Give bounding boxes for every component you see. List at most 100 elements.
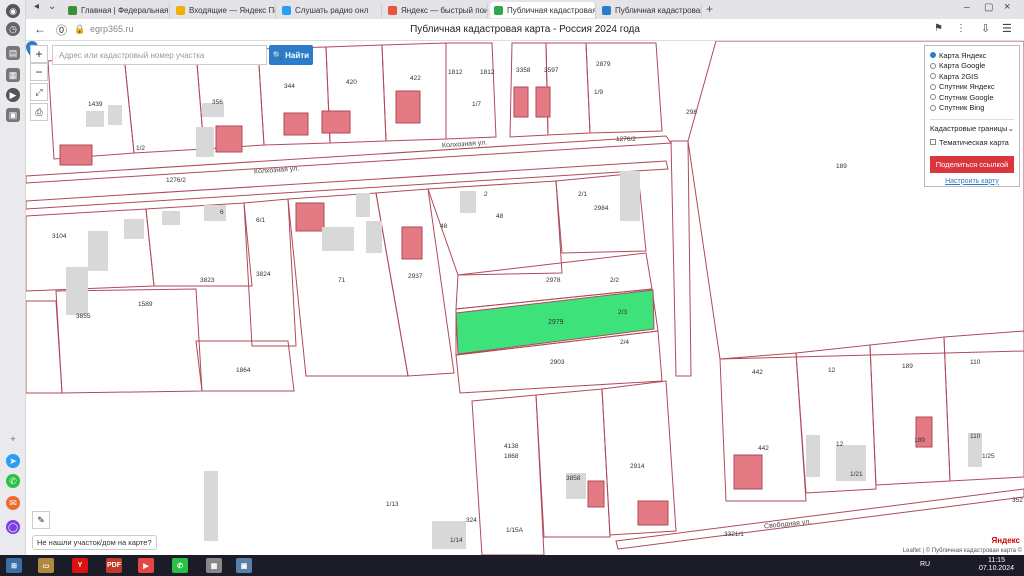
not-found-link[interactable]: Не нашли участок/дом на карте? xyxy=(32,535,157,550)
parcel-number-label: 6/1 xyxy=(256,217,266,224)
parcel-number-label: 1439 xyxy=(88,101,103,108)
media-icon[interactable]: ▶ xyxy=(6,88,20,102)
tab-5[interactable]: Публичная кадастровая xyxy=(598,2,702,18)
address-bar: ← ⓪ 🔒 egrp365.ru Публичная кадастровая к… xyxy=(26,19,1024,41)
downloads-icon[interactable]: ⇩ xyxy=(981,22,990,35)
parcel-number-label: 110 xyxy=(970,433,981,440)
parcel-number-label: 2903 xyxy=(550,359,565,366)
parcel-number-label: 48 xyxy=(496,213,504,220)
parcel-number-label: 189 xyxy=(914,437,925,444)
print-icon[interactable]: ⎙ xyxy=(30,103,48,121)
parcel-number-label: 2978 xyxy=(546,277,561,284)
tab-3[interactable]: Яндекс — быстрый поиск xyxy=(384,2,488,18)
tab-2[interactable]: Слушать радио онл xyxy=(278,2,382,18)
layer-option-1[interactable]: Карта Google xyxy=(930,61,1014,72)
close-window-icon[interactable]: × xyxy=(1004,1,1010,13)
history-icon[interactable]: ◷ xyxy=(6,22,20,36)
collections-icon[interactable]: ▤ xyxy=(6,46,20,60)
minimize-icon[interactable]: – xyxy=(964,2,970,13)
tasks-icon[interactable]: ▣ xyxy=(6,108,20,122)
tab-1[interactable]: Входящие — Яндекс Почт xyxy=(172,2,276,18)
fullscreen-icon[interactable]: ⤢ xyxy=(30,83,48,101)
zoom-out-button[interactable]: − xyxy=(30,63,48,81)
tabs-list-icon[interactable]: ⌄ xyxy=(48,1,56,12)
parcel-number-label: 12 xyxy=(828,367,836,374)
layer-label: Спутник Google xyxy=(939,92,994,102)
parcel-number-label: 1812 xyxy=(448,69,463,76)
notes-icon[interactable]: ▦ xyxy=(6,68,20,82)
yandex-browser-icon[interactable]: Y xyxy=(72,558,88,573)
mail-icon[interactable]: ✉ xyxy=(6,496,20,510)
window-icon[interactable]: ▣ xyxy=(236,558,252,573)
layer-option-0[interactable]: Карта Яндекс xyxy=(930,50,1014,61)
parcel-number-label: 2/4 xyxy=(620,339,630,346)
thematic-checkbox[interactable]: Тематическая карта xyxy=(930,137,1014,148)
parcel-number-label: 1276/2 xyxy=(616,136,636,143)
new-tab-icon[interactable]: + xyxy=(706,2,713,16)
parcel-number-label: 189 xyxy=(902,363,913,370)
layer-option-3[interactable]: Спутник Яндекс xyxy=(930,82,1014,93)
parcel-number-label: 352 xyxy=(1012,497,1023,504)
parcel-number-label: 48 xyxy=(440,223,448,230)
chevron-down-icon: ⌄ xyxy=(1007,124,1014,133)
parcel-number-label: 2879 xyxy=(596,61,611,68)
parcel-number-label: 1/2 xyxy=(136,145,146,152)
alice-icon[interactable]: ◯ xyxy=(6,520,20,534)
parcel-number-label: 422 xyxy=(410,75,421,82)
map-attribution[interactable]: Leaflet | © Публичная кадастровая карта … xyxy=(902,548,1022,554)
search-button[interactable]: 🔍 Найти xyxy=(269,45,313,65)
thematic-label: Тематическая карта xyxy=(939,137,1009,147)
language-indicator[interactable]: RU xyxy=(920,561,930,568)
layer-option-2[interactable]: Карта 2GIS xyxy=(930,71,1014,82)
boundaries-select[interactable]: Кадастровые границы ⌄ xyxy=(930,119,1014,133)
parcel-number-label: 1/25 xyxy=(982,453,995,460)
share-link-button[interactable]: Поделиться ссылкой xyxy=(930,155,1014,173)
clock-time: 11:15 xyxy=(987,557,1005,564)
start-icon[interactable]: ⊞ xyxy=(6,558,22,573)
parcel-number-label: 2984 xyxy=(594,205,609,212)
browser-menu-icon[interactable]: ◉ xyxy=(6,4,20,18)
parcel-number-label: 1276/2 xyxy=(166,177,186,184)
telegram-icon[interactable]: ➤ xyxy=(6,454,20,468)
add-panel-icon[interactable]: + xyxy=(6,432,20,446)
tab-0[interactable]: Главная | Федеральная с xyxy=(64,2,170,18)
search-input[interactable]: Адрес или кадастровый номер участка xyxy=(52,45,267,65)
tab-menu-icon[interactable]: ◂ xyxy=(34,1,39,12)
parcel-number-label: 3597 xyxy=(544,67,559,74)
more-icon[interactable]: ⋮ xyxy=(956,23,966,34)
parcel-number-label: 442 xyxy=(758,445,769,452)
tab-label: Публичная кадастровая xyxy=(615,5,702,15)
pdf-icon[interactable]: PDF xyxy=(106,558,122,573)
parcel-number-label: 2/3 xyxy=(618,309,628,316)
video-icon[interactable]: ▶ xyxy=(138,558,154,573)
settings-link[interactable]: Настроить карту xyxy=(930,178,1014,185)
cadastral-map[interactable]: Колхозная ул. Колхозная ул. Свободная ул… xyxy=(26,41,1024,555)
parcel-number-label: 6 xyxy=(220,209,224,216)
parcel-number-label: 324 xyxy=(466,517,477,524)
parcel-number-label: 356 xyxy=(212,99,223,106)
whatsapp-icon[interactable]: ✆ xyxy=(6,474,20,488)
clock[interactable]: 11:15 07.10.2024 xyxy=(979,557,1014,573)
layer-label: Карта 2GIS xyxy=(939,71,979,81)
layer-option-4[interactable]: Спутник Google xyxy=(930,92,1014,103)
radio-icon xyxy=(930,62,936,69)
radio-icon xyxy=(930,52,936,59)
tab-label: Главная | Федеральная с xyxy=(81,5,170,15)
maximize-icon[interactable]: ▢ xyxy=(984,2,993,13)
clock-date: 07.10.2024 xyxy=(978,565,1014,572)
tab-favicon-icon xyxy=(602,5,611,15)
parcel-number-label: 12 xyxy=(836,441,844,448)
layer-option-5[interactable]: Спутник Bing xyxy=(930,103,1014,114)
tab-favicon-icon xyxy=(176,5,185,15)
edit-icon[interactable]: ✎ xyxy=(32,511,50,529)
radio-icon xyxy=(930,94,936,101)
zoom-in-button[interactable]: + xyxy=(30,45,48,63)
selected-parcel-label[interactable]: 2979 xyxy=(548,319,564,326)
bookmark-icon[interactable]: ⚑ xyxy=(934,23,943,34)
folder-icon[interactable]: ▭ xyxy=(38,558,54,573)
app-icon[interactable]: ▦ xyxy=(206,558,222,573)
whatsapp-taskbar-icon[interactable]: ✆ xyxy=(172,558,188,573)
tab-4[interactable]: Публичная кадастровая× xyxy=(490,2,596,18)
extensions-icon[interactable]: ☰ xyxy=(1002,22,1012,35)
boundaries-label: Кадастровые границы xyxy=(930,124,1008,133)
